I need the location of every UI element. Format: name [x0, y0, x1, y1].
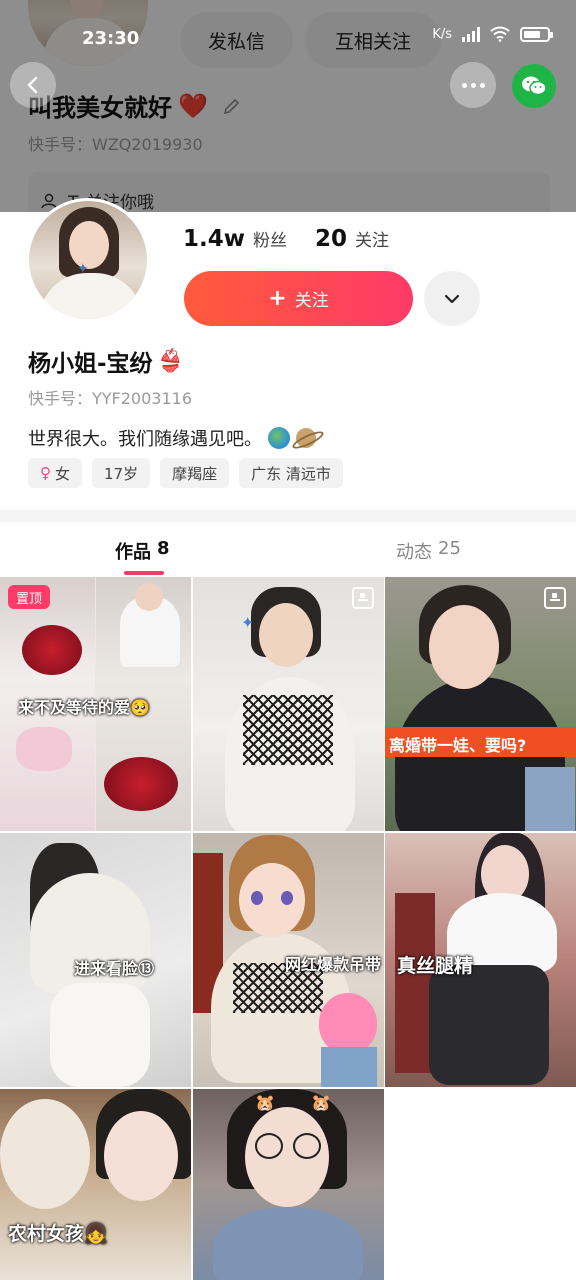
globe-icon: [268, 427, 290, 449]
wifi-icon: [490, 26, 510, 42]
works-grid: 置顶 来不及等待的爱🥺 ✦ 离婚带一娃、要吗? 进来看脸⑬ 网红爆款吊带 真丝腿…: [0, 577, 576, 1280]
followers-stat[interactable]: 1.4w 粉丝: [183, 226, 287, 252]
active-tab-indicator: [124, 571, 164, 575]
tab-moments-label: 动态: [396, 542, 432, 563]
work-tile[interactable]: 离婚带一娃、要吗?: [385, 577, 576, 831]
profile-tags: ♀ 女 17岁 摩羯座 广东 清远市: [28, 458, 343, 488]
followers-count: 1.4w: [183, 226, 245, 252]
pinned-badge: 置顶: [8, 585, 51, 609]
work-tile[interactable]: 🐹 🐹: [193, 1089, 384, 1280]
work-caption: 网红爆款吊带: [285, 955, 382, 974]
work-caption: 离婚带一娃、要吗?: [389, 736, 527, 755]
following-count: 20: [315, 226, 348, 252]
butterfly-sticker: ✦: [241, 613, 255, 632]
avatar[interactable]: ✦: [26, 198, 150, 322]
gallery-icon: [352, 587, 374, 609]
hamster-sticker: 🐹: [255, 1093, 275, 1112]
chevron-down-icon: [444, 294, 460, 303]
work-tile[interactable]: 农村女孩👧: [0, 1089, 191, 1280]
tab-works[interactable]: 作品 8: [115, 538, 170, 564]
tab-moments-count: 25: [438, 538, 461, 559]
section-divider: [0, 510, 576, 522]
work-caption: 真丝腿精: [397, 955, 474, 977]
following-stat[interactable]: 20 关注: [315, 226, 389, 252]
profile-page: 发私信 互相关注 叫我美女就好 ❤️ 快手号：WZQ2019930 Ta关注你哦…: [0, 0, 576, 1280]
tab-moments[interactable]: 动态 25: [396, 538, 461, 564]
network-speed: K/s: [432, 26, 452, 42]
work-caption: 来不及等待的爱🥺: [18, 698, 150, 717]
signal-icon: [462, 26, 480, 42]
tag-age: 17岁: [92, 458, 151, 488]
work-tile[interactable]: 进来看脸⑬: [0, 833, 191, 1087]
bio: 世界很大。我们随缘遇见吧。: [28, 425, 316, 451]
content-tabs: 作品 8 动态 25: [0, 522, 576, 577]
work-tile[interactable]: 真丝腿精: [385, 833, 576, 1087]
profile-stats: 1.4w 粉丝 20 关注: [183, 226, 389, 252]
plus-icon: +: [268, 286, 287, 311]
tag-label: 广东 清远市: [251, 464, 331, 483]
tag-label: 女: [55, 464, 71, 483]
kuaishou-id[interactable]: 快手号：YYF2003116: [28, 385, 192, 409]
tag-label: 摩羯座: [172, 464, 218, 483]
work-caption: 进来看脸⑬: [74, 959, 155, 978]
tag-location: 广东 清远市: [239, 458, 343, 488]
profile-name: 杨小姐-宝纷 👙: [28, 344, 184, 378]
tab-works-label: 作品: [115, 542, 151, 563]
chevron-left-icon: [27, 76, 38, 94]
tag-zodiac: 摩羯座: [160, 458, 230, 488]
more-button[interactable]: [450, 62, 496, 108]
wechat-share-button[interactable]: [512, 64, 556, 108]
profile-name-text: 杨小姐-宝纷: [28, 351, 153, 377]
wechat-icon: [522, 76, 547, 96]
followers-label: 粉丝: [253, 231, 287, 251]
back-button[interactable]: [10, 62, 56, 108]
tag-label: 17岁: [104, 464, 139, 483]
tag-gender: ♀ 女: [28, 458, 83, 488]
female-icon: ♀: [40, 464, 51, 482]
work-tile[interactable]: 网红爆款吊带: [193, 833, 384, 1087]
butterfly-sticker: ✦: [77, 261, 89, 277]
recommend-dropdown-button[interactable]: [424, 271, 480, 326]
following-label: 关注: [355, 231, 390, 251]
follow-button[interactable]: + 关注: [184, 271, 413, 326]
battery-icon: [520, 26, 553, 42]
status-icons: K/s: [432, 26, 553, 42]
status-time: 23:30: [82, 28, 140, 49]
follow-button-label: 关注: [294, 291, 329, 311]
work-tile[interactable]: 置顶 来不及等待的爱🥺: [0, 577, 191, 831]
gallery-icon: [544, 587, 566, 609]
work-tile[interactable]: ✦: [193, 577, 384, 831]
work-caption: 农村女孩👧: [8, 1223, 108, 1245]
bio-text: 世界很大。我们随缘遇见吧。: [28, 429, 262, 450]
tab-works-count: 8: [157, 538, 170, 559]
bikini-emoji: 👙: [156, 348, 184, 374]
hamster-sticker: 🐹: [311, 1093, 331, 1112]
planet-icon: [296, 428, 316, 448]
